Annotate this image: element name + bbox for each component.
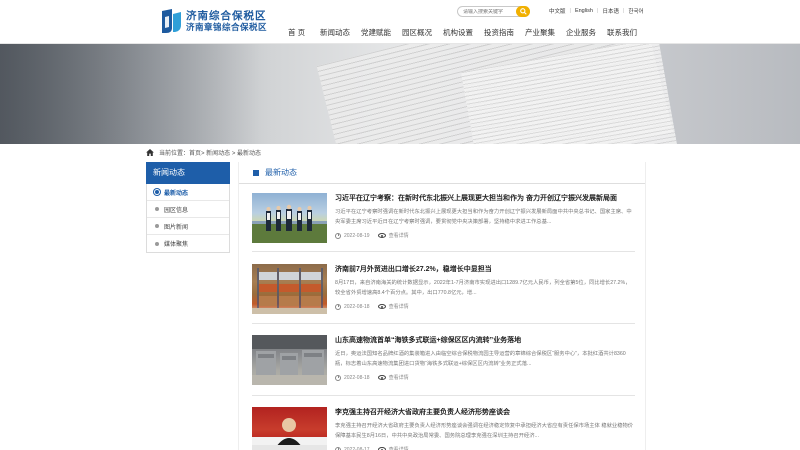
logo-subtitle: 济南章锦综合保税区 [186,21,268,32]
section-marker-icon [253,169,259,176]
search-button[interactable] [516,6,530,17]
nav-news[interactable]: 新闻动态 [320,27,361,38]
sidebar-item-media-focus[interactable]: 媒体聚焦 [147,235,229,252]
news-list-panel: 最新动态 习近平在辽宁考察：在新时代东北振兴上展现更大担当和作为 奋力开创辽宁振… [238,162,646,450]
logo-title: 济南综合保税区 [186,9,267,22]
divider: | [622,8,625,14]
clock-icon [335,446,341,450]
sidebar-title: 新闻动态 [146,162,230,184]
breadcrumb-path[interactable]: 首页> 新闻动态 > 最新动态 [189,148,261,157]
news-item[interactable]: 山东高速物流首单“海铁多式联运+综保区区内流转”业务落地 近日，奥运法国知名品牌… [252,335,635,399]
sidebar-item-label: 媒体聚焦 [164,242,189,248]
divider: | [569,8,571,14]
news-date: 2022-08-18 [344,374,370,381]
home-icon [146,149,154,156]
news-summary: 李克强主持召开经济大省政府主要负责人经济形势座谈会强调在经济稳定恢复中承担经济大… [335,423,634,439]
banner-shade [0,44,260,144]
hero-banner [0,44,800,144]
news-summary: 8月17日，来自济南海关的统计数据显示，2022年1-7月济南市实现进出口128… [335,280,631,296]
divider [252,323,635,324]
section-title: 最新动态 [265,168,297,177]
news-date: 2022-08-18 [344,303,370,310]
news-thumbnail[interactable] [252,335,327,385]
search-icon [519,8,527,15]
view-details-link[interactable]: 查看详情 [389,446,409,450]
logo-mark-icon [160,8,182,34]
news-thumbnail[interactable] [252,407,327,450]
news-title[interactable]: 习近平在辽宁考察：在新时代东北振兴上展现更大担当和作为 奋力开创辽宁振兴发展新局… [335,194,635,204]
sidebar-item-latest-news[interactable]: 最新动态 [147,184,229,201]
news-title[interactable]: 山东高速物流首单“海铁多式联运+综保区区内流转”业务落地 [335,336,635,346]
bullet-icon [155,190,159,194]
eye-icon [377,233,386,238]
breadcrumb-prefix: 当前位置： [159,151,190,157]
sidebar-item-label: 最新动态 [164,190,189,197]
divider: | [597,8,599,14]
nav-organization[interactable]: 机构设置 [443,27,484,38]
clock-icon [335,232,341,239]
divider [252,251,635,252]
news-summary: 近日，奥运法国知名品牌红酒的集装箱进入由临空综合保税物流园主导运营的章锦综合保税… [335,351,626,367]
site-logo[interactable]: 济南综合保税区 济南章锦综合保税区 [160,8,267,34]
lang-chinese[interactable]: 中文版 [549,7,566,15]
nav-home[interactable]: 首 页 [288,27,320,38]
sidebar: 新闻动态 最新动态 园区信息 图片新闻 媒体聚焦 [146,162,230,253]
view-details-link[interactable]: 查看详情 [389,232,409,239]
nav-investment-guide[interactable]: 投资指南 [484,27,525,38]
search-input[interactable] [463,8,519,15]
sidebar-item-park-info[interactable]: 园区信息 [147,201,229,218]
news-item[interactable]: 习近平在辽宁考察：在新时代东北振兴上展现更大担当和作为 奋力开创辽宁振兴发展新局… [252,193,635,257]
site-header: 济南综合保税区 济南章锦综合保税区 中文版 | English | 日本语 | … [0,0,800,44]
main-nav: 首 页 新闻动态 党建赋能 园区概况 机构设置 投资指南 产业聚集 企业服务 联… [288,27,648,38]
eye-icon [377,304,386,309]
bullet-icon [155,207,159,211]
language-switcher: 中文版 | English | 日本语 | 한국어 [549,7,644,15]
nav-contact[interactable]: 联系我们 [607,27,648,38]
lang-japanese[interactable]: 日本语 [602,7,619,15]
sidebar-item-label: 园区信息 [164,207,189,214]
news-item[interactable]: 李克强主持召开经济大省政府主要负责人经济形势座谈会 李克强主持召开经济大省政府主… [252,407,635,450]
news-date: 2022-08-17 [344,446,370,450]
clock-icon [335,374,341,381]
section-header: 最新动态 [239,162,645,184]
clock-icon [335,303,341,310]
sidebar-list: 最新动态 园区信息 图片新闻 媒体聚焦 [146,184,230,253]
news-item[interactable]: 济南前7月外贸进出口增长27.2%，稳增长中显担当 8月17日，来自济南海关的统… [252,264,635,328]
view-details-link[interactable]: 查看详情 [389,374,409,381]
divider [252,395,635,396]
nav-enterprise-service[interactable]: 企业服务 [566,27,607,38]
news-title[interactable]: 李克强主持召开经济大省政府主要负责人经济形势座谈会 [335,408,635,418]
lang-english[interactable]: English [575,8,593,14]
bullet-icon [155,241,159,246]
search-box [457,6,530,17]
nav-party-building[interactable]: 党建赋能 [361,27,402,38]
lang-korean[interactable]: 한국어 [628,7,643,15]
news-date: 2022-08-19 [344,232,370,239]
news-title[interactable]: 济南前7月外贸进出口增长27.2%，稳增长中显担当 [335,265,635,275]
bullet-icon [155,224,159,228]
news-thumbnail[interactable] [252,264,327,314]
news-thumbnail[interactable] [252,193,327,243]
news-summary: 习近平在辽宁考察时强调在新时代东北振兴上展现更大担当和作为奋力开创辽宁振兴发展新… [335,209,632,225]
nav-park-overview[interactable]: 园区概况 [402,27,443,38]
breadcrumb: 当前位置： 首页> 新闻动态 > 最新动态 [146,148,261,157]
sidebar-item-label: 图片新闻 [164,224,189,231]
nav-industry[interactable]: 产业聚集 [525,27,566,38]
sidebar-item-photo-news[interactable]: 图片新闻 [147,218,229,235]
view-details-link[interactable]: 查看详情 [389,303,409,310]
eye-icon [377,375,386,380]
